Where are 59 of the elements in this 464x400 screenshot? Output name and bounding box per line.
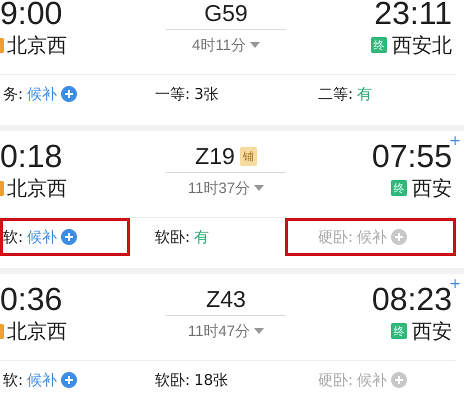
next-day-mark: +	[449, 133, 461, 149]
seat-status: 有	[357, 84, 372, 104]
seat-class: 硬卧:	[318, 370, 354, 390]
duration-toggle[interactable]: 11时47分	[188, 322, 264, 340]
origin-badge	[0, 180, 4, 196]
origin-badge	[0, 38, 4, 52]
departure-time: 9:00	[0, 0, 64, 30]
caret-icon	[250, 42, 260, 48]
train-number: Z19	[195, 143, 235, 170]
caret-icon	[254, 328, 264, 334]
arrival-station: 西安北	[392, 32, 452, 58]
departure-time: 0:18	[0, 139, 64, 173]
caret-icon	[254, 185, 264, 191]
departure-station: 北京西	[7, 174, 67, 202]
seat-status: 候补	[27, 84, 58, 104]
departure-station: 北京西	[7, 318, 67, 344]
seat-class: 软卧:	[155, 370, 190, 390]
add-icon[interactable]	[61, 372, 78, 388]
seat-availability[interactable]: 软卧: 18张	[130, 361, 285, 399]
add-icon[interactable]	[61, 229, 78, 245]
seat-status: 候补	[27, 370, 58, 390]
departure-station: 北京西	[7, 32, 67, 58]
train-number: G59	[204, 0, 248, 27]
seat-class: 硬卧:	[318, 228, 354, 246]
seat-availability[interactable]: 二等: 有	[285, 75, 456, 113]
arrival-time: 08:23	[372, 282, 452, 316]
arrival-time: 23:11	[374, 0, 452, 30]
seat-availability[interactable]: 软: 候补	[0, 218, 130, 256]
arrival-station: 西安	[412, 318, 452, 344]
seat-availability[interactable]: 软卧: 有	[130, 218, 285, 256]
seat-class: 二等:	[318, 84, 354, 104]
terminal-badge: 终	[391, 180, 407, 196]
seat-availability[interactable]: 务: 候补	[0, 75, 130, 113]
seat-class: 务:	[3, 84, 24, 104]
origin-badge	[0, 324, 4, 338]
seat-availability[interactable]: 一等: 3张	[130, 75, 285, 113]
arrival-time: 07:55	[372, 139, 452, 173]
train-number: Z43	[206, 286, 246, 313]
seat-status: 候补	[357, 228, 388, 246]
seat-class: 软:	[3, 228, 24, 246]
add-icon[interactable]	[61, 86, 78, 102]
next-day-mark: +	[449, 276, 461, 292]
terminal-badge: 终	[371, 37, 387, 53]
arrival-station: 西安	[412, 174, 452, 202]
seat-status: 3张	[194, 84, 219, 104]
departure-time: 0:36	[0, 282, 64, 316]
terminal-badge: 终	[391, 323, 407, 339]
seat-status: 18张	[194, 370, 228, 390]
duration-toggle[interactable]: 11时37分	[188, 178, 264, 198]
duration-toggle[interactable]: 4时11分	[192, 36, 260, 54]
seat-availability[interactable]: 软: 候补	[0, 361, 130, 399]
seat-status: 有	[194, 228, 210, 246]
seat-status: 候补	[27, 228, 58, 246]
seat-class: 软卧:	[155, 228, 190, 246]
seat-class: 软:	[3, 370, 24, 390]
seat-status: 候补	[357, 370, 388, 390]
berth-badge: 铺	[240, 147, 257, 166]
train-card[interactable]: 9:00 G59 23:11 北京西 4时11分 终 西安北 务: 候补 一等: 3张 二等: 有	[0, 0, 464, 125]
seat-class: 一等:	[155, 84, 190, 104]
